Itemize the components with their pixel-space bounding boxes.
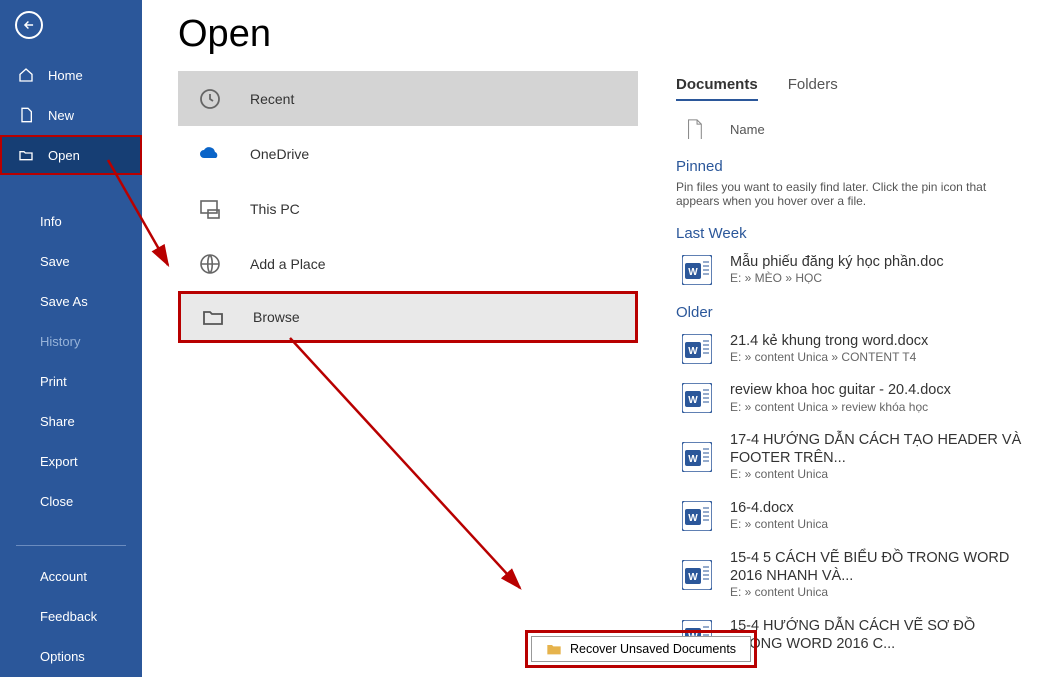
word-icon: [682, 560, 712, 590]
nav-label: Print: [40, 374, 67, 389]
file-path: E: » content Unica: [730, 585, 1023, 601]
nav-label: Save: [40, 254, 70, 269]
word-icon: [682, 255, 712, 285]
word-icon: [682, 501, 712, 531]
location-label: This PC: [250, 201, 300, 217]
nav-save[interactable]: Save: [0, 241, 142, 281]
divider: [16, 545, 126, 546]
nav-options[interactable]: Options: [0, 636, 142, 676]
nav-label: Save As: [40, 294, 88, 309]
file-path: E: » content Unica » CONTENT T4: [730, 350, 928, 366]
back-button[interactable]: [15, 11, 43, 39]
folder-icon: [201, 305, 225, 329]
location-label: Recent: [250, 91, 294, 107]
nav-open[interactable]: Open: [0, 135, 142, 175]
pc-icon: [198, 197, 222, 221]
file-name: review khoa hoc guitar - 20.4.docx: [730, 381, 951, 399]
onedrive-icon: [198, 142, 222, 166]
file-path: E: » content Unica: [730, 517, 828, 533]
location-thispc[interactable]: This PC: [178, 181, 638, 236]
location-onedrive[interactable]: OneDrive: [178, 126, 638, 181]
recover-unsaved-button[interactable]: Recover Unsaved Documents: [531, 636, 751, 662]
home-icon: [18, 67, 34, 83]
section-lastweek: Last Week: [676, 222, 1029, 245]
file-name: 21.4 kẻ khung trong word.docx: [730, 332, 928, 350]
file-item[interactable]: Mẫu phiếu đăng ký học phần.doc E: » MÈO …: [676, 245, 1029, 295]
document-icon: [686, 119, 704, 139]
location-label: Browse: [253, 309, 300, 325]
nav-label: Account: [40, 569, 87, 584]
open-icon: [18, 147, 34, 163]
tab-documents[interactable]: Documents: [676, 76, 758, 101]
file-path: E: » MÈO » HỌC: [730, 271, 944, 287]
location-browse[interactable]: Browse: [178, 291, 638, 343]
file-item[interactable]: 17-4 HƯỚNG DẪN CÁCH TẠO HEADER VÀ FOOTER…: [676, 423, 1029, 491]
file-path: E: » content Unica » review khóa học: [730, 400, 951, 416]
file-item[interactable]: 16-4.docxE: » content Unica: [676, 491, 1029, 541]
folder-icon: [546, 642, 562, 656]
location-recent[interactable]: Recent: [178, 71, 638, 126]
nav-label: Close: [40, 494, 73, 509]
file-name: 15-4 5 CÁCH VẼ BIỂU ĐỒ TRONG WORD 2016 N…: [730, 549, 1023, 585]
nav-save-as[interactable]: Save As: [0, 281, 142, 321]
new-icon: [18, 107, 34, 123]
location-list: Recent OneDrive This PC Add a Place Brow…: [178, 71, 638, 343]
clock-icon: [198, 87, 222, 111]
nav-home[interactable]: Home: [0, 55, 142, 95]
nav-info[interactable]: Info: [0, 201, 142, 241]
nav-feedback[interactable]: Feedback: [0, 596, 142, 636]
page-title: Open: [142, 0, 1039, 56]
file-item[interactable]: 15-4 5 CÁCH VẼ BIỂU ĐỒ TRONG WORD 2016 N…: [676, 541, 1029, 609]
nav-label: Export: [40, 454, 78, 469]
nav-close[interactable]: Close: [0, 481, 142, 521]
recover-label: Recover Unsaved Documents: [570, 642, 736, 656]
nav-new[interactable]: New: [0, 95, 142, 135]
file-item[interactable]: review khoa hoc guitar - 20.4.docxE: » c…: [676, 373, 1029, 423]
file-panel: Documents Folders Name Pinned Pin files …: [676, 76, 1029, 661]
nav-share[interactable]: Share: [0, 401, 142, 441]
location-label: Add a Place: [250, 256, 326, 272]
column-name: Name: [730, 122, 765, 137]
word-icon: [682, 383, 712, 413]
file-name: 17-4 HƯỚNG DẪN CÁCH TẠO HEADER VÀ FOOTER…: [730, 431, 1023, 467]
nav-label: Open: [48, 148, 80, 163]
nav-label: History: [40, 334, 80, 349]
tab-folders[interactable]: Folders: [788, 76, 838, 101]
nav-history: History: [0, 321, 142, 361]
section-older: Older: [676, 301, 1029, 324]
nav-label: New: [48, 108, 74, 123]
word-icon: [682, 334, 712, 364]
nav-label: Info: [40, 214, 62, 229]
nav-export[interactable]: Export: [0, 441, 142, 481]
nav-label: Home: [48, 68, 83, 83]
location-label: OneDrive: [250, 146, 309, 162]
file-name: 16-4.docx: [730, 499, 828, 517]
nav-label: Share: [40, 414, 75, 429]
file-item[interactable]: 21.4 kẻ khung trong word.docxE: » conten…: [676, 324, 1029, 374]
file-path: E: » content Unica: [730, 467, 1023, 483]
file-name: 15-4 HƯỚNG DẪN CÁCH VẼ SƠ ĐỒ TRONG WORD …: [730, 617, 1023, 653]
pinned-hint: Pin files you want to easily find later.…: [676, 178, 1029, 216]
addplace-icon: [198, 252, 222, 276]
nav-account[interactable]: Account: [0, 556, 142, 596]
location-addplace[interactable]: Add a Place: [178, 236, 638, 291]
section-pinned: Pinned: [676, 155, 1029, 178]
nav-label: Feedback: [40, 609, 97, 624]
file-name: Mẫu phiếu đăng ký học phần.doc: [730, 253, 944, 271]
recover-highlight: Recover Unsaved Documents: [525, 630, 757, 668]
nav-print[interactable]: Print: [0, 361, 142, 401]
backstage-sidebar: Home New Open Info Save Save As History …: [0, 0, 142, 677]
word-icon: [682, 442, 712, 472]
nav-label: Options: [40, 649, 85, 664]
